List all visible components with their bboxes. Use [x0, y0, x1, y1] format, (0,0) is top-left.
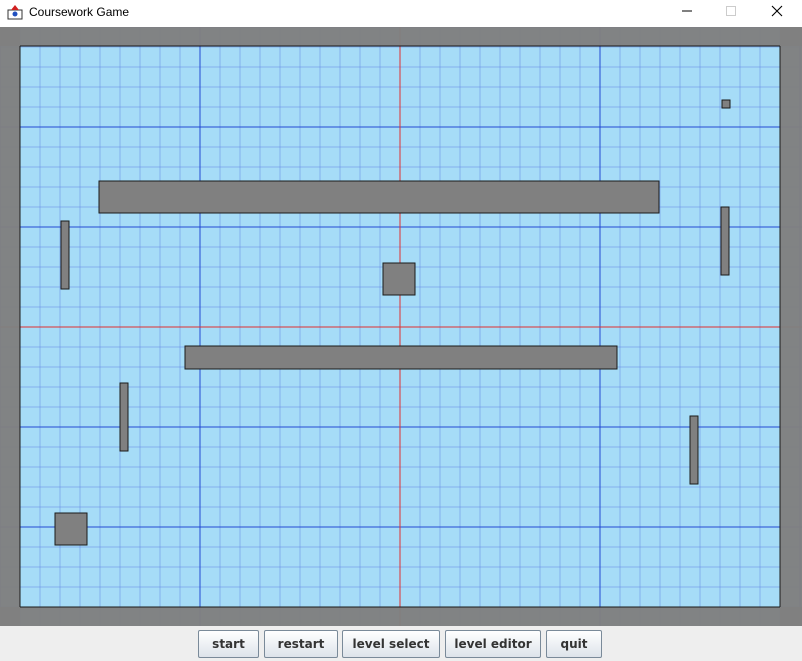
button-bar: start restart level select level editor …	[0, 626, 802, 661]
game-canvas[interactable]	[0, 27, 802, 626]
platform-long-lower[interactable]	[184, 345, 618, 370]
center-block[interactable]	[382, 262, 416, 296]
pillar-left-lower[interactable]	[119, 382, 129, 452]
pillar-left-upper[interactable]	[60, 220, 70, 290]
wall-top	[0, 27, 802, 46]
platform-long-upper[interactable]	[98, 180, 660, 214]
minimize-icon	[681, 4, 693, 22]
quit-button[interactable]: quit	[546, 630, 602, 658]
goal-marker[interactable]	[721, 99, 731, 109]
minimize-button[interactable]	[664, 0, 710, 25]
window-title: Coursework Game	[29, 5, 130, 19]
close-icon	[771, 4, 783, 22]
wall-bottom	[0, 607, 802, 626]
close-button[interactable]	[754, 0, 800, 25]
maximize-icon	[725, 4, 737, 22]
level-select-button[interactable]: level select	[342, 630, 440, 658]
restart-button[interactable]: restart	[264, 630, 338, 658]
pillar-right-upper[interactable]	[720, 206, 730, 276]
java-app-icon	[7, 4, 23, 20]
maximize-button[interactable]	[708, 0, 754, 25]
level-editor-button[interactable]: level editor	[445, 630, 541, 658]
player-block[interactable]	[54, 512, 88, 546]
start-button[interactable]: start	[198, 630, 259, 658]
title-bar: Coursework Game	[0, 0, 802, 25]
pillar-right-lower[interactable]	[689, 415, 699, 485]
wall-right	[780, 27, 802, 626]
wall-left	[0, 27, 20, 626]
